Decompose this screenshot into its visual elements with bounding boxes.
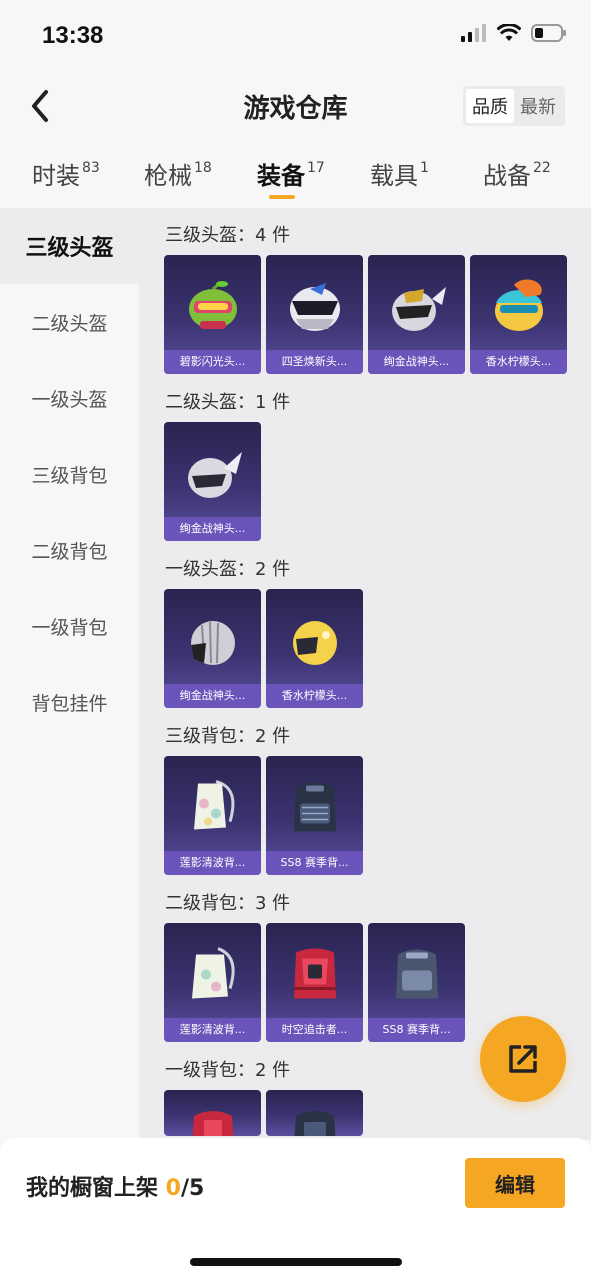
- item-card[interactable]: 莲影清波背...: [164, 756, 261, 875]
- tab-guns[interactable]: 枪械 18: [144, 156, 212, 191]
- tab-vehicles[interactable]: 载具 1: [370, 156, 429, 191]
- item-card[interactable]: 绚金战神头...: [368, 255, 465, 374]
- tab-count: 83: [82, 160, 100, 176]
- card-row: 绚金战神头... 香水柠檬头...: [164, 589, 363, 708]
- tab-label: 载具: [370, 162, 418, 190]
- item-name: 香水柠檬头...: [266, 684, 363, 708]
- section-title: 一级头盔：2 件: [165, 559, 291, 580]
- showcase-label: 我的橱窗上架: [26, 1176, 166, 1201]
- nav-bar: 游戏仓库 品质 最新: [0, 78, 591, 134]
- signal-icon: [461, 24, 486, 42]
- backpack-image: [293, 948, 336, 999]
- item-name: SS8 赛季背...: [368, 1018, 465, 1042]
- share-icon: [509, 1045, 537, 1073]
- tab-supplies[interactable]: 战备 22: [483, 156, 551, 191]
- item-card[interactable]: [266, 1090, 363, 1136]
- sidebar-item-level2-helmet[interactable]: 二级头盔: [0, 284, 139, 360]
- item-card[interactable]: 绚金战神头...: [164, 589, 261, 708]
- backpack-image: [294, 1111, 335, 1136]
- status-time: 13:38: [42, 22, 104, 49]
- showcase-total: /5: [180, 1176, 205, 1201]
- edit-button[interactable]: 编辑: [465, 1158, 565, 1208]
- item-card[interactable]: 莲影清波背...: [164, 923, 261, 1042]
- section-title: 二级背包：3 件: [165, 893, 291, 914]
- tab-count: 1: [420, 160, 429, 176]
- sidebar-item-level3-helmet[interactable]: 三级头盔: [0, 208, 139, 284]
- tab-count: 18: [194, 160, 212, 176]
- item-card[interactable]: 四圣焕新头...: [266, 255, 363, 374]
- helmet-image: [494, 278, 543, 331]
- section-title: 三级背包：2 件: [165, 726, 291, 747]
- item-grid: 三级头盔：4 件 碧影闪光头... 四圣焕新头... 绚金战神头... 香水柠檬…: [139, 208, 591, 1140]
- item-name: 香水柠檬头...: [470, 350, 567, 374]
- sidebar-item-level3-backpack[interactable]: 三级背包: [0, 436, 139, 512]
- helmet-image: [190, 620, 235, 665]
- card-row: [164, 1090, 363, 1136]
- backpack-image: [192, 1111, 233, 1136]
- tab-label: 装备: [257, 162, 305, 190]
- sidebar-item-level2-backpack[interactable]: 二级背包: [0, 512, 139, 588]
- sidebar: 三级头盔 二级头盔 一级头盔 三级背包 二级背包 一级背包 背包挂件: [0, 208, 139, 1148]
- item-name: 碧影闪光头...: [164, 350, 261, 374]
- sort-latest-button[interactable]: 最新: [514, 89, 562, 123]
- sidebar-item-level1-backpack[interactable]: 一级背包: [0, 588, 139, 664]
- sort-toggle: 品质 最新: [463, 86, 565, 126]
- home-indicator: [190, 1258, 402, 1266]
- item-name: 时空追击者...: [266, 1018, 363, 1042]
- card-row: 莲影清波背... 时空追击者... SS8 赛季背...: [164, 923, 465, 1042]
- card-row: 碧影闪光头... 四圣焕新头... 绚金战神头... 香水柠檬头...: [164, 255, 567, 374]
- tab-label: 时装: [32, 162, 80, 190]
- item-name: SS8 赛季背...: [266, 851, 363, 875]
- section-title: 二级头盔：1 件: [165, 392, 291, 413]
- share-button[interactable]: [480, 1016, 566, 1102]
- backpack-image: [191, 946, 234, 999]
- showcase-count: 0: [165, 1176, 181, 1201]
- active-tab-indicator: [269, 195, 295, 199]
- sort-quality-button[interactable]: 品质: [466, 89, 514, 123]
- category-tabs: 时装 83 枪械 18 装备 17 载具 1 战备 22: [0, 150, 591, 208]
- tab-count: 22: [533, 160, 551, 176]
- helmet-image: [289, 282, 340, 331]
- battery-icon: [531, 24, 566, 42]
- item-card[interactable]: 香水柠檬头...: [470, 255, 567, 374]
- helmet-image: [391, 286, 446, 331]
- tab-fashion[interactable]: 时装 83: [32, 156, 100, 191]
- item-card[interactable]: [164, 1090, 261, 1136]
- item-card[interactable]: SS8 赛季背...: [266, 756, 363, 875]
- item-name: 莲影清波背...: [164, 1018, 261, 1042]
- wifi-icon: [497, 24, 521, 41]
- tab-label: 枪械: [144, 162, 192, 190]
- item-card[interactable]: 碧影闪光头...: [164, 255, 261, 374]
- status-bar: 13:38: [0, 0, 591, 70]
- item-card[interactable]: 时空追击者...: [266, 923, 363, 1042]
- helmet-image: [187, 451, 242, 498]
- bottom-bar: 我的橱窗上架 0/5 编辑: [0, 1138, 591, 1280]
- section-title: 三级头盔：4 件: [165, 225, 291, 246]
- item-name: 绚金战神头...: [164, 517, 261, 541]
- backpack-image: [193, 779, 234, 830]
- card-row: 莲影清波背... SS8 赛季背...: [164, 756, 363, 875]
- tab-label: 战备: [483, 162, 531, 190]
- item-card[interactable]: 香水柠檬头...: [266, 589, 363, 708]
- sidebar-item-level1-helmet[interactable]: 一级头盔: [0, 360, 139, 436]
- showcase-status: 我的橱窗上架 0/5: [26, 1170, 204, 1202]
- sidebar-item-backpack-pendant[interactable]: 背包挂件: [0, 664, 139, 740]
- backpack-image: [293, 782, 336, 832]
- backpack-image: [395, 949, 438, 999]
- tab-count: 17: [307, 160, 325, 176]
- item-name: 莲影清波背...: [164, 851, 261, 875]
- item-name: 绚金战神头...: [368, 350, 465, 374]
- tab-equipment[interactable]: 装备 17: [257, 156, 325, 191]
- item-card[interactable]: 绚金战神头...: [164, 422, 261, 541]
- item-name: 绚金战神头...: [164, 684, 261, 708]
- helmet-image: [292, 620, 337, 665]
- status-icons: [461, 24, 567, 42]
- helmet-image: [188, 280, 237, 329]
- card-row: 绚金战神头...: [164, 422, 261, 541]
- item-name: 四圣焕新头...: [266, 350, 363, 374]
- section-title: 一级背包：2 件: [165, 1060, 291, 1081]
- item-card[interactable]: SS8 赛季背...: [368, 923, 465, 1042]
